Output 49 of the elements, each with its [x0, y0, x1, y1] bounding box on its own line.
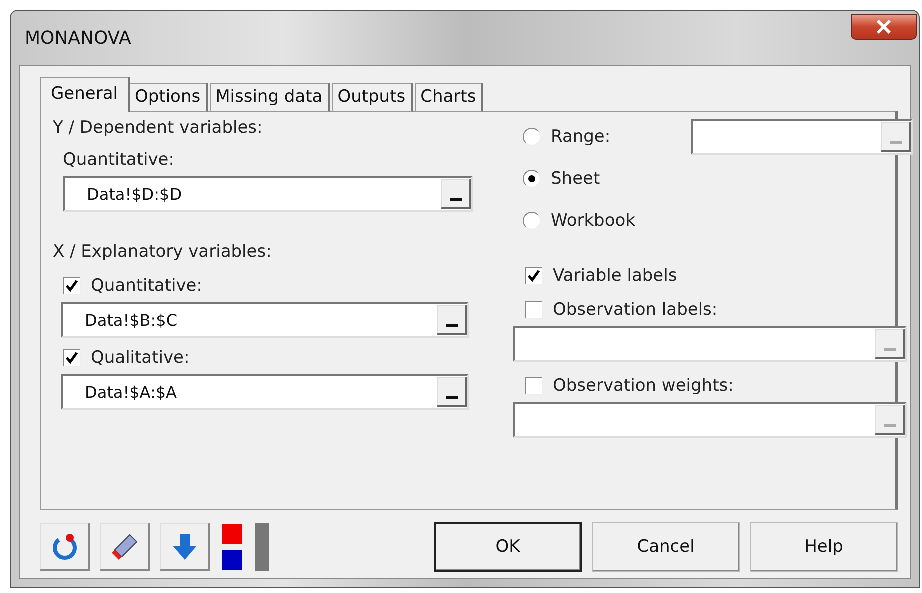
checkbox[interactable] — [525, 267, 543, 285]
browse-button[interactable] — [437, 377, 467, 407]
checkbox-label: Variable labels — [553, 266, 678, 286]
close-button[interactable] — [851, 14, 917, 40]
checkbox-label: Observation weights: — [553, 376, 734, 396]
section-heading: Y / Dependent variables: — [53, 118, 264, 138]
checkbox[interactable] — [525, 377, 543, 395]
checkbox[interactable] — [525, 301, 543, 319]
checkbox-label: Quantitative: — [91, 276, 202, 296]
eraser-button[interactable] — [100, 523, 150, 571]
tab[interactable]: General — [40, 77, 130, 112]
tab[interactable]: Outputs — [332, 83, 413, 112]
dialog-button[interactable]: OK — [434, 522, 582, 572]
checkbox[interactable] — [63, 277, 81, 295]
dialog-button[interactable]: Help — [750, 522, 898, 572]
input-field[interactable] — [513, 402, 907, 438]
checkbox-label: Qualitative: — [91, 348, 190, 368]
radio-button[interactable] — [523, 170, 541, 188]
field-value: Data!$B:$C — [84, 310, 178, 330]
radio-label: Range: — [551, 127, 612, 147]
eraser-icon — [110, 532, 140, 562]
color-swatches-icon — [220, 522, 244, 572]
window-title: MONANOVA — [24, 28, 132, 48]
input-field[interactable]: Data!$D:$D — [63, 176, 473, 212]
tab[interactable]: Options — [129, 83, 208, 112]
input-field[interactable]: Data!$A:$A — [61, 374, 469, 410]
reset-button[interactable] — [40, 523, 90, 571]
down-button[interactable] — [160, 523, 210, 571]
tab[interactable]: Charts — [414, 83, 484, 112]
field-value: Data!$A:$A — [84, 382, 177, 402]
radio-label: Sheet — [551, 169, 602, 189]
checkbox[interactable] — [63, 349, 81, 367]
scroll-handle-icon — [254, 522, 270, 572]
radio-label: Workbook — [551, 211, 636, 231]
tab[interactable]: Missing data — [210, 83, 330, 112]
radio-button[interactable] — [523, 128, 541, 146]
section-heading: X / Explanatory variables: — [53, 242, 273, 262]
input-field[interactable] — [691, 119, 913, 155]
input-field[interactable]: Data!$B:$C — [61, 302, 469, 338]
checkbox-label: Observation labels: — [553, 300, 718, 320]
close-icon — [875, 20, 893, 34]
radio-button[interactable] — [523, 212, 541, 230]
dialog-button[interactable]: Cancel — [592, 522, 740, 572]
input-field[interactable] — [513, 326, 907, 362]
radio-dot-icon — [528, 175, 536, 183]
browse-button[interactable] — [441, 179, 471, 209]
field-label: Quantitative: — [63, 150, 176, 170]
browse-button[interactable] — [437, 305, 467, 335]
field-value: Data!$D:$D — [86, 184, 182, 204]
